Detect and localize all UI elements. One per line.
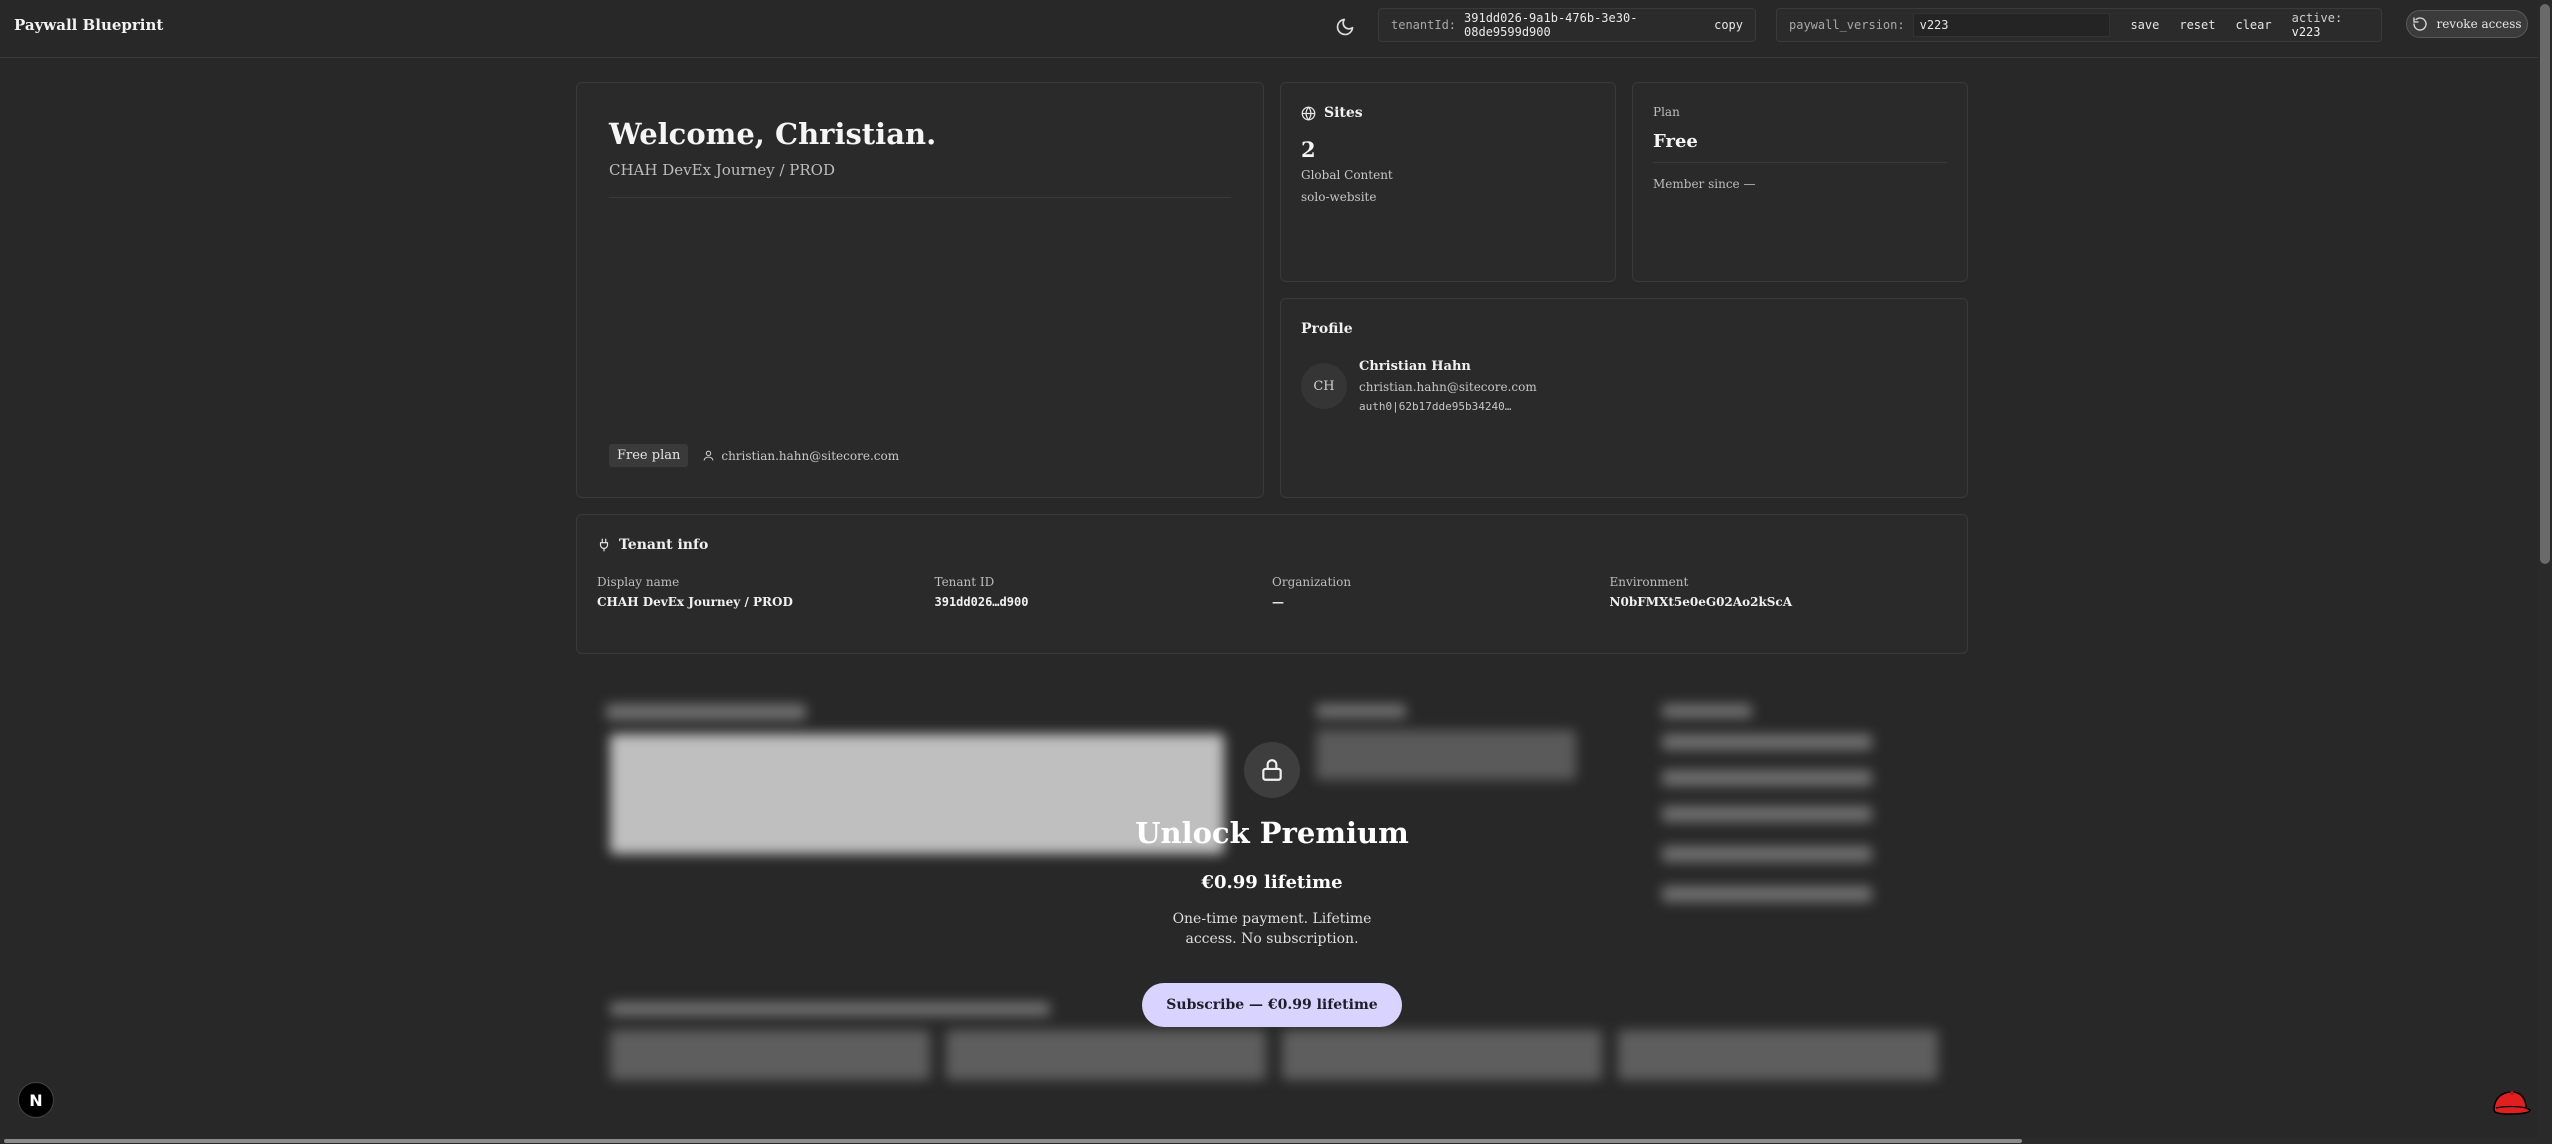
tenant-id-box: tenantId: 391dd026-9a1b-476b-3e30-08de95… bbox=[1378, 8, 1756, 42]
profile-title: Profile bbox=[1301, 321, 1353, 337]
paywall-version-input[interactable] bbox=[1912, 13, 2111, 37]
site-item: Global Content bbox=[1301, 168, 1393, 182]
welcome-card: Welcome, Christian. CHAH DevEx Journey /… bbox=[576, 82, 1264, 498]
blurred-block bbox=[606, 704, 806, 720]
lock-badge bbox=[1244, 742, 1300, 798]
profile-user-id: auth0|62b17dde95b34240… bbox=[1359, 400, 1512, 413]
app-brand[interactable]: Paywall Blueprint bbox=[14, 16, 163, 34]
plan-card: Plan Free Member since — bbox=[1632, 82, 1968, 282]
theme-toggle-button[interactable] bbox=[1330, 12, 1360, 42]
site-item: solo-website bbox=[1301, 190, 1377, 204]
red-cap-icon[interactable] bbox=[2490, 1088, 2532, 1116]
divider bbox=[1653, 162, 1947, 163]
active-version: active: v223 bbox=[2292, 11, 2369, 39]
field-value: 391dd026…d900 bbox=[934, 595, 1029, 609]
user-icon bbox=[703, 450, 714, 461]
paywall-version-label: paywall_version: bbox=[1789, 18, 1905, 32]
avatar: CH bbox=[1301, 363, 1347, 409]
profile-name: Christian Hahn bbox=[1359, 359, 1471, 374]
tenant-id-value: 391dd026-9a1b-476b-3e30-08de9599d900 bbox=[1464, 11, 1638, 39]
user-email: christian.hahn@sitecore.com bbox=[721, 448, 900, 463]
tenant-field-environment: Environment N0bFMXt5e0eG02Ao2kScA bbox=[1610, 575, 1948, 609]
tenant-field-display-name: Display name CHAH DevEx Journey / PROD bbox=[597, 575, 935, 609]
paywall-version-box: paywall_version: save reset clear active… bbox=[1776, 8, 2382, 42]
clear-version-button[interactable]: clear bbox=[2235, 18, 2271, 32]
field-label: Organization bbox=[1272, 575, 1352, 589]
revoke-access-label: revoke access bbox=[2436, 17, 2522, 31]
blurred-block bbox=[1662, 886, 1872, 902]
profile-card: Profile CH Christian Hahn christian.hahn… bbox=[1280, 298, 1968, 498]
horizontal-scrollbar-thumb[interactable] bbox=[4, 1139, 2022, 1143]
moon-icon bbox=[1336, 18, 1354, 36]
profile-email: christian.hahn@sitecore.com bbox=[1359, 380, 1537, 394]
paywall-description: One-time payment. Lifetime access. No su… bbox=[1172, 911, 1372, 947]
tenant-info-card: Tenant info Display name CHAH DevEx Jour… bbox=[576, 514, 1968, 654]
sites-card: Sites 2 Global Content solo-website bbox=[1280, 82, 1616, 282]
blurred-block bbox=[1662, 846, 1872, 862]
active-version-value: v223 bbox=[2291, 25, 2321, 39]
revoke-access-button[interactable]: revoke access bbox=[2406, 10, 2528, 38]
welcome-subtitle: CHAH DevEx Journey / PROD bbox=[609, 161, 835, 179]
plug-icon bbox=[599, 538, 609, 552]
blurred-block bbox=[1316, 704, 1406, 718]
divider bbox=[609, 197, 1231, 198]
profile-details: Christian Hahn christian.hahn@sitecore.c… bbox=[1359, 359, 1537, 413]
field-label: Display name bbox=[597, 575, 680, 589]
active-version-label: active: bbox=[2291, 11, 2343, 25]
vertical-scrollbar-thumb[interactable] bbox=[2540, 4, 2550, 564]
paywall-price: €0.99 lifetime bbox=[1201, 872, 1343, 893]
field-label: Environment bbox=[1609, 575, 1689, 589]
tenant-field-organization: Organization — bbox=[1272, 575, 1610, 609]
plan-badge: Free plan bbox=[609, 444, 689, 467]
copy-tenant-button[interactable]: copy bbox=[1714, 18, 1743, 32]
blurred-block bbox=[610, 1002, 1050, 1016]
blurred-block bbox=[946, 1030, 1266, 1080]
blurred-block bbox=[610, 1030, 930, 1080]
blurred-block bbox=[1662, 770, 1872, 786]
blurred-block bbox=[1662, 806, 1872, 822]
field-value: N0bFMXt5e0eG02Ao2kScA bbox=[1609, 595, 1793, 609]
field-value: — bbox=[1272, 595, 1284, 609]
member-since: Member since — bbox=[1653, 177, 1756, 191]
blurred-block bbox=[1662, 704, 1752, 718]
reset-version-button[interactable]: reset bbox=[2179, 18, 2215, 32]
profile-row: CH Christian Hahn christian.hahn@sitecor… bbox=[1301, 359, 1947, 413]
blurred-block bbox=[1282, 1030, 1602, 1080]
tenant-info-header: Tenant info bbox=[597, 537, 1947, 553]
sites-header: Sites bbox=[1301, 105, 1595, 121]
blurred-block bbox=[1662, 734, 1872, 750]
dev-tools-badge[interactable]: N bbox=[18, 1082, 54, 1118]
user-email-line: christian.hahn@sitecore.com bbox=[702, 449, 899, 463]
vertical-scrollbar[interactable] bbox=[2538, 0, 2552, 1144]
paywall-title: Unlock Premium bbox=[1135, 816, 1409, 850]
tenant-id-label: tenantId: bbox=[1391, 18, 1457, 32]
field-label: Tenant ID bbox=[934, 575, 995, 589]
top-bar: Paywall Blueprint tenantId: 391dd026-9a1… bbox=[0, 0, 2552, 58]
plan-label: Plan bbox=[1653, 105, 1680, 119]
plan-value: Free bbox=[1653, 131, 1698, 152]
subscribe-button[interactable]: Subscribe — €0.99 lifetime bbox=[1142, 983, 1402, 1027]
paywall-overlay: Unlock Premium €0.99 lifetime One-time p… bbox=[1040, 742, 1504, 1027]
sites-title: Sites bbox=[1324, 105, 1363, 121]
refresh-icon bbox=[2413, 17, 2428, 31]
tenant-field-tenant-id: Tenant ID 391dd026…d900 bbox=[935, 575, 1273, 609]
sites-count: 2 bbox=[1301, 137, 1316, 162]
horizontal-scrollbar[interactable] bbox=[0, 1138, 2552, 1144]
welcome-title: Welcome, Christian. bbox=[609, 117, 937, 151]
blurred-block bbox=[1618, 1030, 1938, 1080]
save-version-button[interactable]: save bbox=[2130, 18, 2159, 32]
tenant-info-title: Tenant info bbox=[619, 537, 709, 553]
tenant-info-grid: Display name CHAH DevEx Journey / PROD T… bbox=[597, 575, 1947, 609]
field-value: CHAH DevEx Journey / PROD bbox=[597, 595, 793, 609]
welcome-footer: Free plan christian.hahn@sitecore.com bbox=[609, 444, 899, 467]
lock-icon bbox=[1262, 759, 1282, 781]
globe-icon bbox=[1301, 105, 1316, 121]
